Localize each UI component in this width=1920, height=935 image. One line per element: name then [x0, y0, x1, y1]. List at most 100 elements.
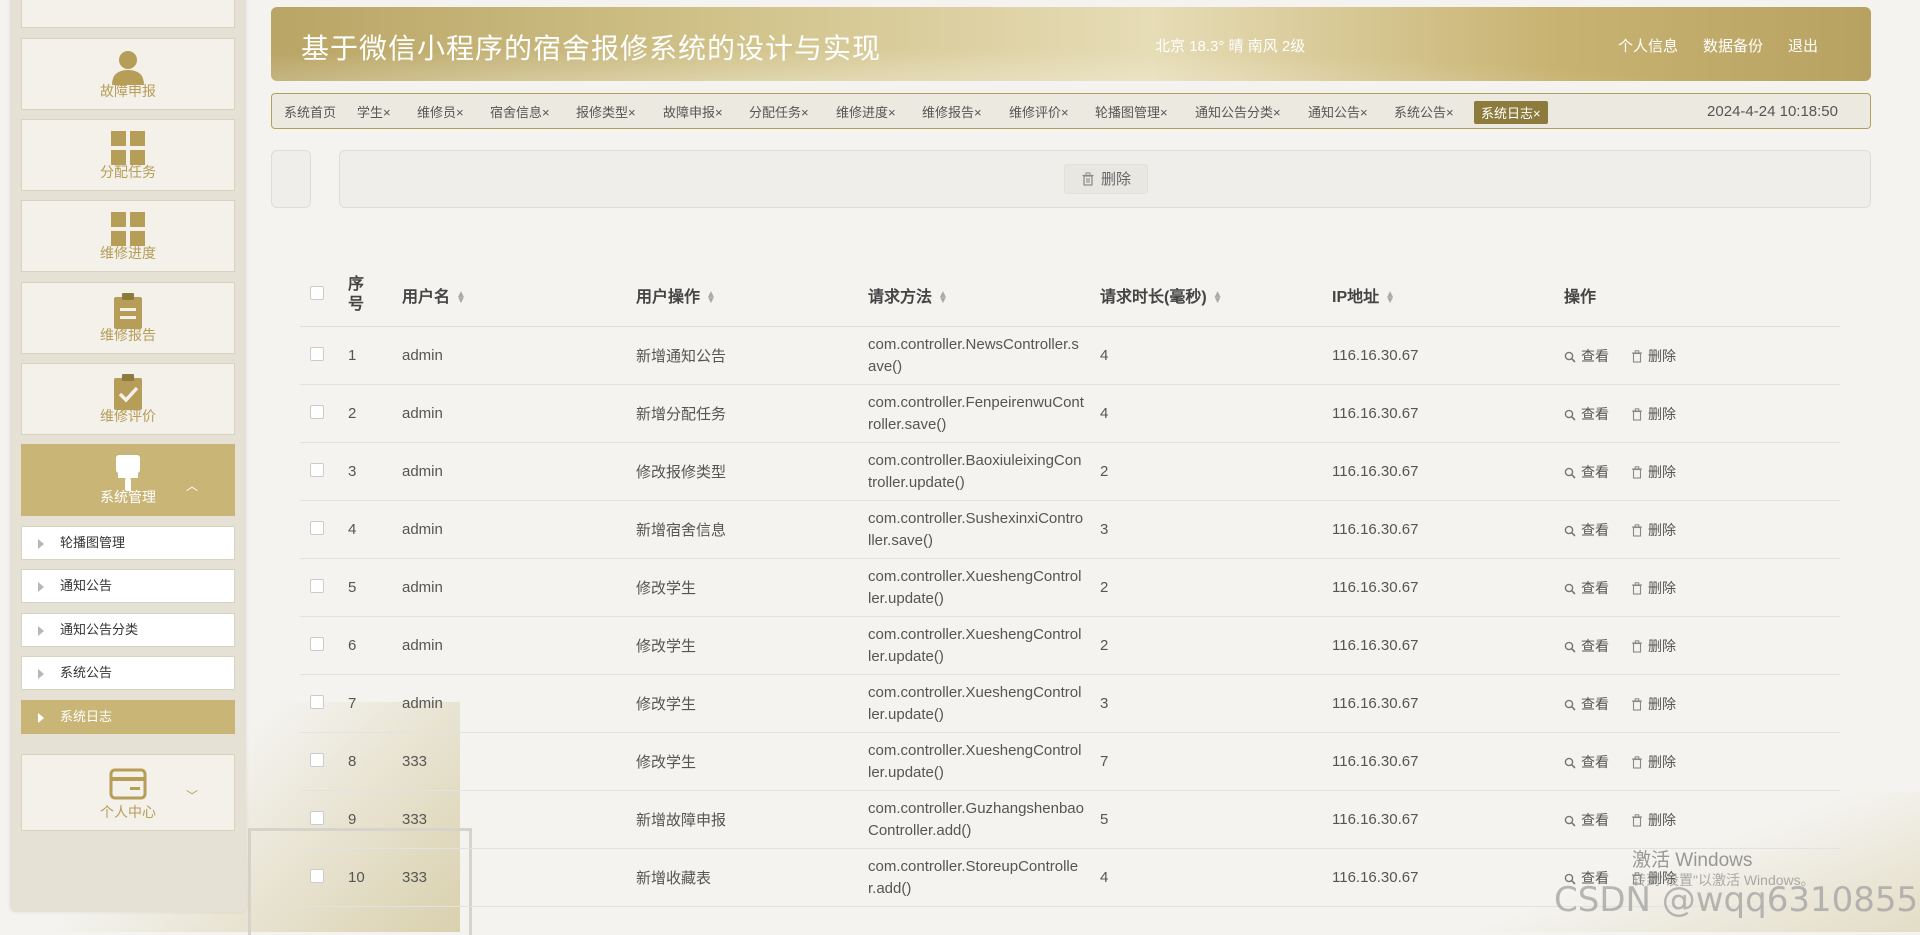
cell-username: admin	[402, 326, 636, 385]
close-icon[interactable]: ×	[715, 105, 723, 120]
triangle-right-icon	[38, 539, 44, 549]
close-icon[interactable]: ×	[1446, 105, 1454, 120]
batch-delete-button[interactable]: 删除	[1064, 164, 1148, 194]
sort-icon[interactable]: ▲ ▼	[456, 289, 466, 305]
row-checkbox[interactable]	[310, 868, 324, 883]
delete-button[interactable]: 删除	[1631, 406, 1676, 422]
delete-label: 删除	[1648, 579, 1676, 596]
row-checkbox[interactable]	[310, 752, 324, 767]
cell-method: com.controller.StoreupController.add()	[868, 857, 1079, 897]
close-icon[interactable]: ×	[974, 105, 982, 120]
submenu-item-system-log[interactable]: 系统日志	[21, 700, 235, 734]
tab-assign-task[interactable]: 分配任务×	[749, 102, 809, 121]
view-button[interactable]: 查看	[1564, 464, 1609, 480]
delete-button[interactable]: 删除	[1631, 464, 1676, 480]
sidebar-item-personal-center[interactable]: ﹀ 个人中心	[21, 754, 235, 831]
cell-no: 3	[348, 442, 402, 501]
trash-icon	[1632, 523, 1642, 537]
view-button[interactable]: 查看	[1564, 638, 1609, 654]
delete-button[interactable]: 删除	[1631, 580, 1676, 596]
tab-repair-review[interactable]: 维修评价×	[1009, 102, 1069, 121]
view-button[interactable]: 查看	[1564, 696, 1609, 712]
row-checkbox[interactable]	[310, 404, 324, 419]
tab-carousel[interactable]: 轮播图管理×	[1095, 102, 1168, 121]
cell-method: com.controller.XueshengController.update…	[868, 683, 1082, 723]
close-icon[interactable]: ×	[1273, 105, 1281, 120]
view-label: 查看	[1581, 637, 1609, 654]
close-icon[interactable]: ×	[383, 105, 391, 120]
sidebar-item-label: 系统管理	[100, 489, 156, 505]
tab-notice[interactable]: 通知公告×	[1308, 102, 1368, 121]
sidebar-item-repair-report[interactable]: 维修报告	[21, 282, 235, 354]
submenu-item-notice-category[interactable]: 通知公告分类	[21, 613, 235, 647]
sidebar-item-assign-task[interactable]: 分配任务	[21, 119, 235, 191]
row-checkbox[interactable]	[310, 636, 324, 651]
table-header-row: 序号 用户名 ▲ ▼ 用户操作 ▲ ▼ 请求方法 ▲ ▼ 请求时长(毫秒) ▲ ▼ IP地址 ▲ ▼…	[300, 264, 1840, 327]
sidebar-item-system-management[interactable]: ︿ 系统管理	[21, 444, 235, 516]
row-checkbox[interactable]	[310, 346, 324, 361]
row-checkbox[interactable]	[310, 810, 324, 825]
close-icon[interactable]: ×	[542, 105, 550, 120]
delete-button[interactable]: 删除	[1631, 696, 1676, 712]
submenu-item-carousel[interactable]: 轮播图管理	[21, 526, 235, 560]
view-button[interactable]: 查看	[1564, 580, 1609, 596]
view-button[interactable]: 查看	[1564, 522, 1609, 538]
cell-action: 修改学生	[636, 616, 868, 675]
tab-repair-type[interactable]: 报修类型×	[576, 102, 636, 121]
close-icon[interactable]: ×	[1160, 105, 1168, 120]
delete-label: 删除	[1648, 347, 1676, 364]
submenu-item-system-notice[interactable]: 系统公告	[21, 656, 235, 690]
close-icon[interactable]: ×	[628, 105, 636, 120]
row-checkbox[interactable]	[310, 694, 324, 709]
tab-repair-report[interactable]: 维修报告×	[922, 102, 982, 121]
profile-link[interactable]: 个人信息	[1618, 35, 1678, 56]
close-icon[interactable]: ×	[456, 105, 464, 120]
close-icon[interactable]: ×	[888, 105, 896, 120]
tab-repair-progress[interactable]: 维修进度×	[836, 102, 896, 121]
cell-no: 4	[348, 500, 402, 559]
delete-button[interactable]: 删除	[1631, 812, 1676, 828]
tab-student[interactable]: 学生×	[357, 102, 391, 121]
close-icon[interactable]: ×	[1360, 105, 1368, 120]
delete-button[interactable]: 删除	[1631, 522, 1676, 538]
row-checkbox[interactable]	[310, 578, 324, 593]
submenu-item-notice[interactable]: 通知公告	[21, 569, 235, 603]
search-panel-collapsed[interactable]	[271, 150, 311, 208]
delete-button[interactable]: 删除	[1631, 754, 1676, 770]
sort-icon[interactable]: ▲ ▼	[706, 289, 716, 305]
tab-system-notice[interactable]: 系统公告×	[1394, 102, 1454, 121]
close-icon[interactable]: ×	[1533, 106, 1541, 121]
backup-link[interactable]: 数据备份	[1703, 35, 1763, 56]
tab-notice-category[interactable]: 通知公告分类×	[1195, 102, 1281, 121]
cell-username: admin	[402, 500, 636, 559]
close-icon[interactable]: ×	[1061, 105, 1069, 120]
sidebar-item-label: 分配任务	[100, 164, 156, 180]
sort-icon[interactable]: ▲ ▼	[938, 289, 948, 305]
cell-ip: 116.16.30.67	[1332, 616, 1564, 675]
tab-repairman[interactable]: 维修员×	[417, 102, 464, 121]
sidebar-item-fault-report[interactable]: 故障申报	[21, 38, 235, 110]
sort-icon[interactable]: ▲ ▼	[1213, 289, 1223, 305]
tab-dorm-info[interactable]: 宿舍信息×	[490, 102, 550, 121]
sidebar-item-repair-progress[interactable]: 维修进度	[21, 200, 235, 272]
tab-fault-report[interactable]: 故障申报×	[663, 102, 723, 121]
delete-button[interactable]: 删除	[1631, 348, 1676, 364]
log-table-container: 序号 用户名 ▲ ▼ 用户操作 ▲ ▼ 请求方法 ▲ ▼ 请求时长(毫秒) ▲ ▼ IP地址 ▲ ▼…	[300, 264, 1840, 907]
row-checkbox[interactable]	[310, 520, 324, 535]
close-icon[interactable]: ×	[801, 105, 809, 120]
sidebar-item-partial[interactable]	[21, 0, 235, 28]
tab-home[interactable]: 系统首页	[284, 102, 336, 121]
view-button[interactable]: 查看	[1564, 406, 1609, 422]
delete-button[interactable]: 删除	[1631, 638, 1676, 654]
trash-icon	[1632, 581, 1642, 595]
view-button[interactable]: 查看	[1564, 754, 1609, 770]
select-all-checkbox[interactable]	[310, 285, 324, 300]
view-button[interactable]: 查看	[1564, 348, 1609, 364]
tab-system-log[interactable]: 系统日志×	[1474, 101, 1548, 124]
cell-method: com.controller.FenpeirenwuController.sav…	[868, 393, 1084, 433]
view-button[interactable]: 查看	[1564, 812, 1609, 828]
sort-icon[interactable]: ▲ ▼	[1385, 289, 1395, 305]
sidebar-item-repair-review[interactable]: 维修评价	[21, 363, 235, 435]
row-checkbox[interactable]	[310, 462, 324, 477]
logout-link[interactable]: 退出	[1788, 35, 1818, 56]
